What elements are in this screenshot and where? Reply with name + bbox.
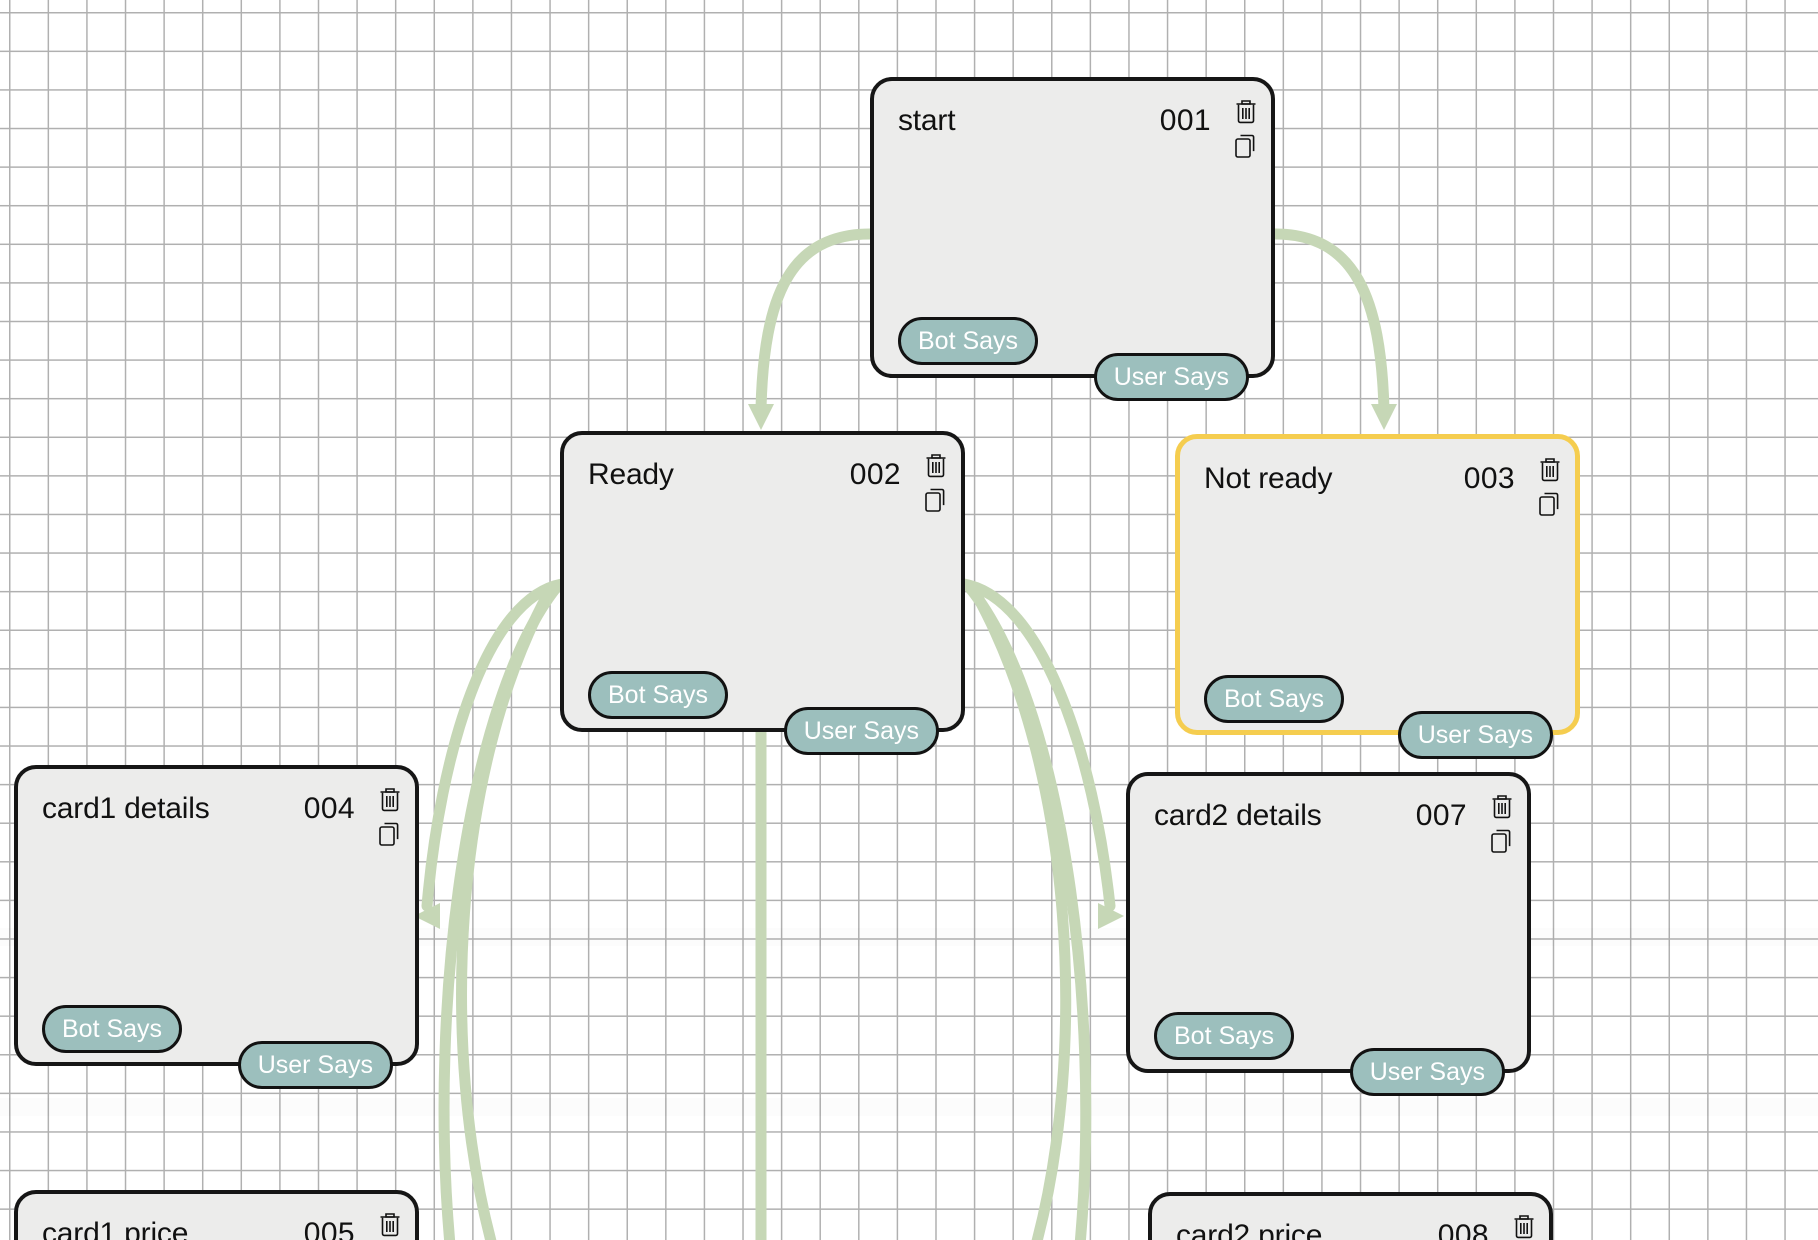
edge-001-003 xyxy=(1269,228,1390,416)
copy-icon[interactable] xyxy=(1537,491,1563,521)
copy-icon[interactable] xyxy=(1489,828,1515,858)
canvas-band-lower xyxy=(0,1098,1818,1116)
user-says-pill[interactable]: User Says xyxy=(237,1041,393,1089)
node-header: card1 details 004 xyxy=(18,787,415,831)
node-actions xyxy=(1535,455,1565,521)
node-title: start xyxy=(898,104,956,137)
edge-002-007 xyxy=(958,578,1116,912)
bot-says-pill[interactable]: Bot Says xyxy=(1204,675,1345,723)
node-title: Not ready xyxy=(1204,462,1333,495)
bot-says-pill[interactable]: Bot Says xyxy=(588,671,729,719)
node-id: 005 xyxy=(303,1217,355,1240)
node-actions xyxy=(375,1210,405,1240)
arrowhead-001-002 xyxy=(748,404,774,430)
edge-002-004 xyxy=(421,578,568,912)
edge-002-008a xyxy=(964,582,1092,1240)
node-card1-price[interactable]: card1 price 005 Bot Says User Says xyxy=(14,1190,419,1240)
trash-icon[interactable] xyxy=(1511,1212,1537,1240)
trash-icon[interactable] xyxy=(1233,97,1259,127)
node-header: start 001 xyxy=(874,99,1271,143)
node-id: 001 xyxy=(1159,104,1211,137)
bot-says-pill[interactable]: Bot Says xyxy=(898,317,1039,365)
trash-icon[interactable] xyxy=(377,1210,403,1240)
user-says-pill[interactable]: User Says xyxy=(783,707,939,755)
flow-canvas[interactable]: start 001 Bot Says User Says Ready 002 B… xyxy=(0,0,1818,1240)
node-card2-price[interactable]: card2 price 008 Bot Says User Says xyxy=(1148,1192,1553,1240)
node-actions xyxy=(1487,792,1517,858)
node-actions xyxy=(375,785,405,851)
edge-002-008b xyxy=(970,588,1072,1240)
bot-says-pill[interactable]: Bot Says xyxy=(42,1005,183,1053)
node-not-ready[interactable]: Not ready 003 Bot Says User Says xyxy=(1175,434,1580,759)
copy-icon[interactable] xyxy=(377,821,403,851)
trash-icon[interactable] xyxy=(1489,792,1515,822)
node-title: card1 price xyxy=(42,1217,189,1240)
node-title: card2 price xyxy=(1176,1219,1323,1240)
node-id: 003 xyxy=(1463,462,1515,495)
node-id: 008 xyxy=(1437,1219,1489,1240)
copy-icon[interactable] xyxy=(1233,133,1259,163)
node-id: 002 xyxy=(849,458,901,491)
node-header: Not ready 003 xyxy=(1180,457,1575,501)
copy-icon[interactable] xyxy=(923,487,949,517)
user-says-pill[interactable]: User Says xyxy=(1349,1048,1505,1096)
node-start[interactable]: start 001 Bot Says User Says xyxy=(870,77,1275,401)
node-id: 004 xyxy=(303,792,355,825)
node-title: Ready xyxy=(588,458,674,491)
node-id: 007 xyxy=(1415,799,1467,832)
arrowhead-002-007 xyxy=(1098,903,1124,929)
node-card1-details[interactable]: card1 details 004 Bot Says User Says xyxy=(14,765,419,1089)
node-title: card2 details xyxy=(1154,799,1322,832)
bot-says-pill[interactable]: Bot Says xyxy=(1154,1012,1295,1060)
trash-icon[interactable] xyxy=(377,785,403,815)
node-actions xyxy=(1509,1212,1539,1240)
node-title: card1 details xyxy=(42,792,210,825)
node-header: card1 price 005 xyxy=(18,1212,415,1240)
arrowhead-001-003 xyxy=(1371,404,1397,430)
node-card2-details[interactable]: card2 details 007 Bot Says User Says xyxy=(1126,772,1531,1096)
node-actions xyxy=(1231,97,1261,163)
edge-002-005b xyxy=(456,588,554,1240)
user-says-pill[interactable]: User Says xyxy=(1093,353,1249,401)
user-says-pill[interactable]: User Says xyxy=(1397,711,1553,759)
edge-002-005a xyxy=(438,582,562,1240)
trash-icon[interactable] xyxy=(923,451,949,481)
trash-icon[interactable] xyxy=(1537,455,1563,485)
node-header: card2 price 008 xyxy=(1152,1214,1549,1240)
edge-001-002 xyxy=(755,228,876,414)
node-actions xyxy=(921,451,951,517)
node-ready[interactable]: Ready 002 Bot Says User Says xyxy=(560,431,965,755)
node-header: Ready 002 xyxy=(564,453,961,497)
node-header: card2 details 007 xyxy=(1130,794,1527,838)
